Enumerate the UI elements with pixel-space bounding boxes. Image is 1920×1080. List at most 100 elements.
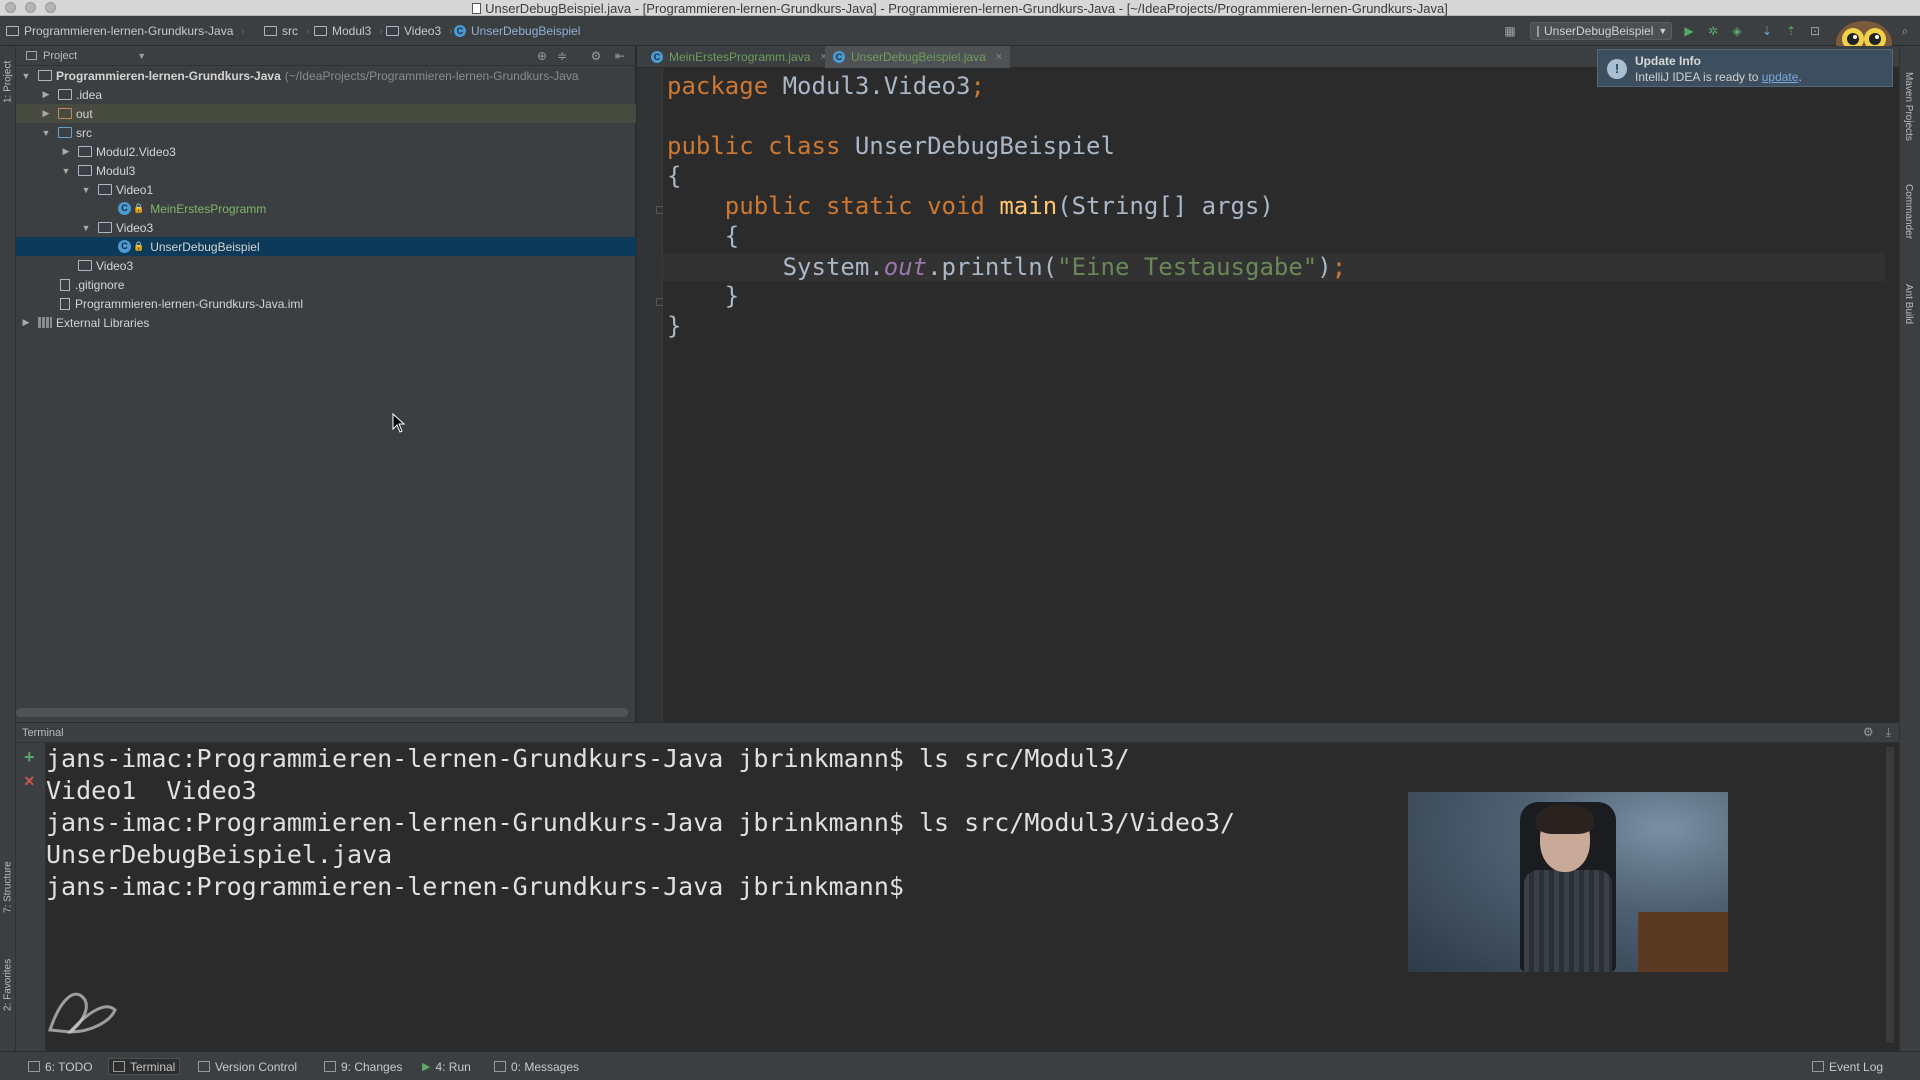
source-folder-icon: [58, 127, 72, 138]
collapse-all-icon[interactable]: ≑: [554, 48, 570, 64]
tree-item-video3-folder[interactable]: Video3: [16, 256, 636, 275]
event-log-icon: [1812, 1061, 1824, 1072]
close-icon[interactable]: ×: [996, 51, 1002, 63]
chevron-down-icon[interactable]: ▼: [40, 128, 52, 138]
info-icon: !: [1607, 59, 1627, 79]
hide-panel-icon[interactable]: ⤓: [1886, 725, 1891, 740]
chevron-right-icon[interactable]: ▶: [40, 89, 52, 100]
run-configuration-dropdown[interactable]: UnserDebugBeispiel ▼: [1530, 22, 1672, 40]
tool-run[interactable]: ▶ 4: Run: [418, 1058, 475, 1075]
breadcrumb-video3[interactable]: Video3 ›: [386, 23, 453, 39]
tree-item-unser-debug-beispiel[interactable]: C 🔒 UnserDebugBeispiel: [16, 237, 636, 256]
chevron-right-icon[interactable]: ▶: [20, 317, 32, 328]
terminal-scrollbar[interactable]: [1886, 747, 1894, 1043]
terminal-line: jans-imac:Programmieren-lernen-Grundkurs…: [46, 744, 1130, 773]
gear-icon[interactable]: ⚙: [1863, 725, 1874, 740]
java-file-icon: [472, 3, 482, 14]
tree-item-idea[interactable]: ▶ .idea: [16, 85, 636, 104]
library-icon: [38, 317, 52, 328]
tab-maven-projects[interactable]: Maven Projects: [1903, 72, 1914, 141]
new-session-icon[interactable]: +: [24, 747, 35, 768]
terminal-line: UnserDebugBeispiel.java: [46, 840, 393, 869]
chevron-down-icon[interactable]: ▼: [20, 71, 32, 81]
tree-item-external-libraries[interactable]: ▶ External Libraries: [16, 313, 636, 332]
notification-title: Update Info: [1635, 54, 1701, 68]
tree-item-video3[interactable]: ▼ Video3: [16, 218, 636, 237]
gear-icon[interactable]: ⚙: [588, 48, 604, 64]
debug-icon[interactable]: ✲: [1704, 22, 1722, 40]
chevron-down-icon[interactable]: ▼: [60, 166, 72, 176]
breadcrumb-class[interactable]: C UnserDebugBeispiel: [454, 23, 580, 39]
terminal-title: Terminal: [22, 726, 64, 739]
tab-project[interactable]: 1: Project: [0, 52, 16, 112]
tab-mein-erstes-programm[interactable]: C MeinErstesProgramm.java ×: [643, 46, 835, 68]
tab-unser-debug-beispiel[interactable]: C UnserDebugBeispiel.java ×: [825, 46, 1011, 68]
code-editor[interactable]: package Modul3.Video3; public class Unse…: [663, 68, 1899, 722]
navigation-bar: Programmieren-lernen-Grundkurs-Java › src…: [0, 16, 1920, 46]
run-config-icon: [1537, 25, 1539, 37]
project-structure-icon[interactable]: ▦: [1501, 22, 1519, 40]
package-icon: [78, 165, 92, 176]
editor-gutter[interactable]: [637, 68, 663, 722]
vcs-update-icon[interactable]: ⇣: [1758, 22, 1776, 40]
project-view-icon: [26, 51, 37, 60]
chevron-down-icon[interactable]: ▼: [80, 223, 92, 233]
tool-todo[interactable]: 6: TODO: [24, 1058, 97, 1075]
code-line-7: }: [667, 282, 740, 310]
terminal-header: Terminal ⚙ ⤓: [16, 722, 1899, 743]
tree-item-src[interactable]: ▼ src: [16, 123, 636, 142]
code-line-8: }: [667, 312, 682, 340]
breadcrumb-project[interactable]: Programmieren-lernen-Grundkurs-Java ›: [6, 23, 245, 39]
close-session-icon[interactable]: ×: [24, 771, 35, 792]
tree-item-project-root[interactable]: ▼ Programmieren-lernen-Grundkurs-Java (~/…: [16, 66, 636, 85]
coverage-icon[interactable]: ◈: [1728, 22, 1746, 40]
hide-panel-icon[interactable]: ⇤: [612, 48, 628, 64]
project-horizontal-scrollbar[interactable]: [16, 708, 628, 717]
chevron-right-icon[interactable]: ▶: [60, 146, 72, 157]
tool-version-control[interactable]: Version Control: [194, 1058, 301, 1075]
update-info-notification[interactable]: ! Update Info IntelliJ IDEA is ready to …: [1597, 49, 1893, 87]
tab-structure[interactable]: 7: Structure: [0, 852, 16, 922]
tool-event-log[interactable]: Event Log: [1808, 1058, 1887, 1075]
tool-terminal[interactable]: Terminal: [108, 1058, 181, 1075]
tree-item-gitignore[interactable]: .gitignore: [16, 275, 636, 294]
project-panel-header[interactable]: Project ▼ ⊕ ≑ ⚙ ⇤: [16, 46, 635, 66]
tree-item-mein-erstes-programm[interactable]: C 🔒 MeinErstesProgramm: [16, 199, 636, 218]
breadcrumb-modul3[interactable]: Modul3 ›: [314, 23, 383, 39]
tab-ant-build[interactable]: Ant Build: [1903, 284, 1914, 324]
project-panel: Project ▼ ⊕ ≑ ⚙ ⇤ ▼ Programmieren-lernen…: [16, 46, 636, 722]
tool-window-bar: 6: TODO Terminal Version Control 9: Chan…: [0, 1051, 1920, 1080]
tool-changes[interactable]: 9: Changes: [320, 1058, 406, 1075]
tree-item-modul2-video3[interactable]: ▶ Modul2.Video3: [16, 142, 636, 161]
scroll-from-source-icon[interactable]: ⊕: [534, 48, 550, 64]
terminal-line: jans-imac:Programmieren-lernen-Grundkurs…: [46, 808, 1236, 837]
search-everywhere-icon[interactable]: ⌕: [1896, 22, 1914, 40]
settings-icon[interactable]: ⊡: [1806, 22, 1824, 40]
terminal-line: jans-imac:Programmieren-lernen-Grundkurs…: [46, 872, 904, 901]
tab-favorites[interactable]: 2: Favorites: [0, 950, 16, 1020]
folder-icon: [314, 26, 327, 36]
class-icon: C: [833, 51, 845, 63]
tree-item-modul3[interactable]: ▼ Modul3: [16, 161, 636, 180]
changes-icon: [324, 1061, 336, 1072]
run-icon[interactable]: ▶: [1680, 22, 1698, 40]
chevron-down-icon[interactable]: ▼: [137, 51, 146, 61]
breadcrumb-src[interactable]: src ›: [264, 23, 309, 39]
run-icon: ▶: [422, 1061, 431, 1073]
chevron-down-icon[interactable]: ▼: [80, 185, 92, 195]
code-line-4: public static void main(String[] args): [667, 192, 1274, 220]
tree-item-iml[interactable]: Programmieren-lernen-Grundkurs-Java.iml: [16, 294, 636, 313]
vcs-commit-icon[interactable]: ⇡: [1782, 22, 1800, 40]
update-link[interactable]: update: [1762, 70, 1799, 84]
tab-commander[interactable]: Commander: [1903, 184, 1914, 239]
webcam-overlay: [1408, 792, 1728, 972]
class-icon: C: [118, 202, 131, 215]
chevron-right-icon[interactable]: ▶: [40, 108, 52, 119]
todo-icon: [28, 1061, 40, 1072]
access-icon: 🔒: [133, 241, 145, 251]
window-title: UnserDebugBeispiel.java - [Programmieren…: [0, 1, 1920, 16]
tree-item-video1[interactable]: ▼ Video1: [16, 180, 636, 199]
tool-messages[interactable]: 0: Messages: [490, 1058, 583, 1075]
tree-item-out[interactable]: ▶ out: [16, 104, 636, 123]
left-tool-strip: 1: Project 7: Structure 2: Favorites: [0, 46, 16, 1051]
